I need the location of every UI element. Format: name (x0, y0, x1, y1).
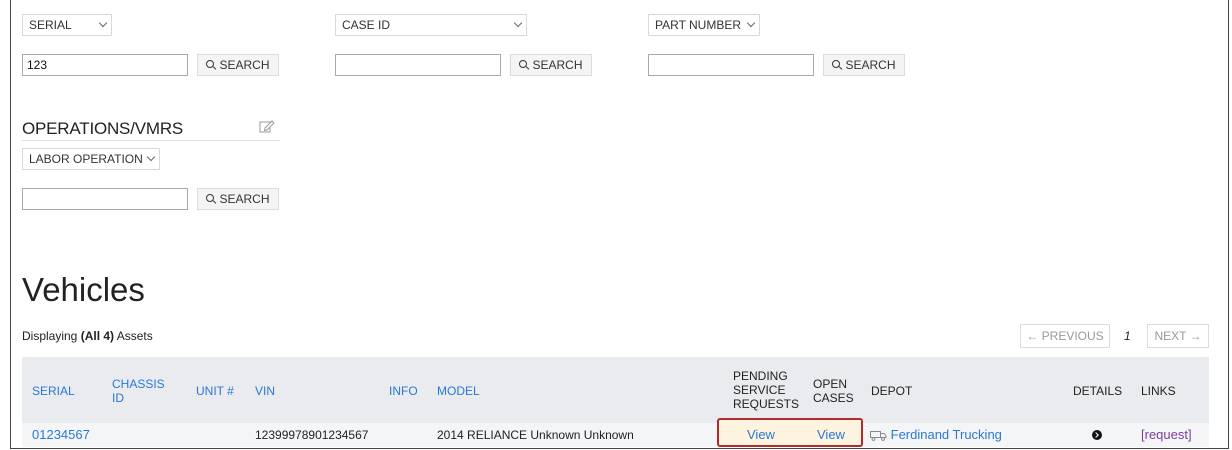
depot-name: Ferdinand Trucking (890, 427, 1002, 442)
displaying-suffix: Assets (114, 329, 153, 343)
row-vin: 12399978901234567 (255, 428, 369, 442)
labor-operation-search-button-label: SEARCH (219, 192, 270, 206)
request-link[interactable]: [request] (1141, 427, 1192, 442)
labor-operation-label: LABOR OPERATION (29, 152, 143, 166)
row-model: 2014 RELIANCE Unknown Unknown (437, 428, 634, 442)
previous-page-button[interactable]: ← PREVIOUS (1020, 324, 1110, 348)
serial-search-input[interactable] (22, 54, 188, 76)
search-icon (519, 60, 529, 70)
displaying-count: (All 4) (80, 329, 115, 343)
serial-filter-label: SERIAL (29, 18, 72, 32)
serial-search-button[interactable]: SEARCH (197, 54, 279, 76)
column-header-pending-line1: PENDING (733, 369, 788, 383)
depot-link[interactable]: Ferdinand Trucking (870, 427, 1002, 442)
current-page-number: 1 (1124, 329, 1131, 343)
column-header-chassis-id-line2: ID (112, 391, 124, 405)
column-header-details: DETAILS (1073, 384, 1123, 398)
column-header-links: LINKS (1141, 384, 1176, 398)
labor-operation-dropdown[interactable]: LABOR OPERATION (22, 148, 160, 170)
column-header-info[interactable]: INFO (389, 384, 418, 398)
operations-section-title: OPERATIONS/VMRS (22, 119, 184, 138)
chevron-down-icon (747, 21, 755, 29)
part-number-search-input[interactable] (648, 54, 814, 76)
column-header-vin[interactable]: VIN (255, 384, 275, 398)
details-arrow-icon[interactable] (1092, 430, 1102, 440)
column-header-depot: DEPOT (871, 384, 913, 398)
next-page-button[interactable]: NEXT → (1147, 324, 1209, 348)
labor-operation-search-input[interactable] (22, 188, 188, 210)
edit-icon[interactable] (259, 119, 275, 133)
open-cases-view-link[interactable]: View (817, 427, 845, 442)
row-serial-link[interactable]: 01234567 (32, 427, 90, 442)
column-header-pending-service-requests: PENDING SERVICE REQUESTS (733, 369, 799, 411)
column-header-pending-line2: SERVICE (733, 383, 786, 397)
part-number-search-button[interactable]: SEARCH (823, 54, 905, 76)
part-number-filter-dropdown[interactable]: PART NUMBER (648, 14, 760, 36)
column-header-unit[interactable]: UNIT # (196, 384, 234, 398)
case-id-filter-label: CASE ID (342, 18, 391, 32)
column-header-open-line2: CASES (813, 391, 854, 405)
case-id-filter-dropdown[interactable]: CASE ID (335, 14, 527, 36)
case-id-search-input[interactable] (335, 54, 501, 76)
displaying-prefix: Displaying (22, 329, 81, 343)
truck-icon (870, 431, 887, 441)
vehicles-heading: Vehicles (22, 271, 145, 308)
part-number-search-button-label: SEARCH (845, 58, 896, 72)
serial-search-button-label: SEARCH (219, 58, 270, 72)
pending-service-requests-view-link[interactable]: View (747, 427, 775, 442)
search-icon (206, 60, 216, 70)
column-header-pending-line3: REQUESTS (733, 397, 800, 411)
column-header-serial[interactable]: SERIAL (32, 384, 75, 398)
column-header-open-line1: OPEN (813, 377, 848, 391)
part-number-filter-label: PART NUMBER (655, 18, 742, 32)
serial-filter-dropdown[interactable]: SERIAL (22, 14, 112, 36)
column-header-open-cases: OPEN CASES (813, 377, 854, 405)
chevron-down-icon (514, 21, 522, 29)
column-header-model[interactable]: MODEL (437, 384, 480, 398)
search-icon (832, 60, 842, 70)
section-divider (22, 140, 280, 141)
displaying-count-text: Displaying (All 4) Assets (22, 329, 153, 343)
chevron-down-icon (99, 21, 107, 29)
labor-operation-search-button[interactable]: SEARCH (197, 188, 279, 210)
case-id-search-button-label: SEARCH (532, 58, 583, 72)
case-id-search-button[interactable]: SEARCH (510, 54, 592, 76)
column-header-chassis-id[interactable]: CHASSIS ID (112, 377, 165, 405)
chevron-down-icon (147, 155, 155, 163)
search-icon (206, 194, 216, 204)
column-header-chassis-id-line1: CHASSIS (112, 377, 165, 391)
